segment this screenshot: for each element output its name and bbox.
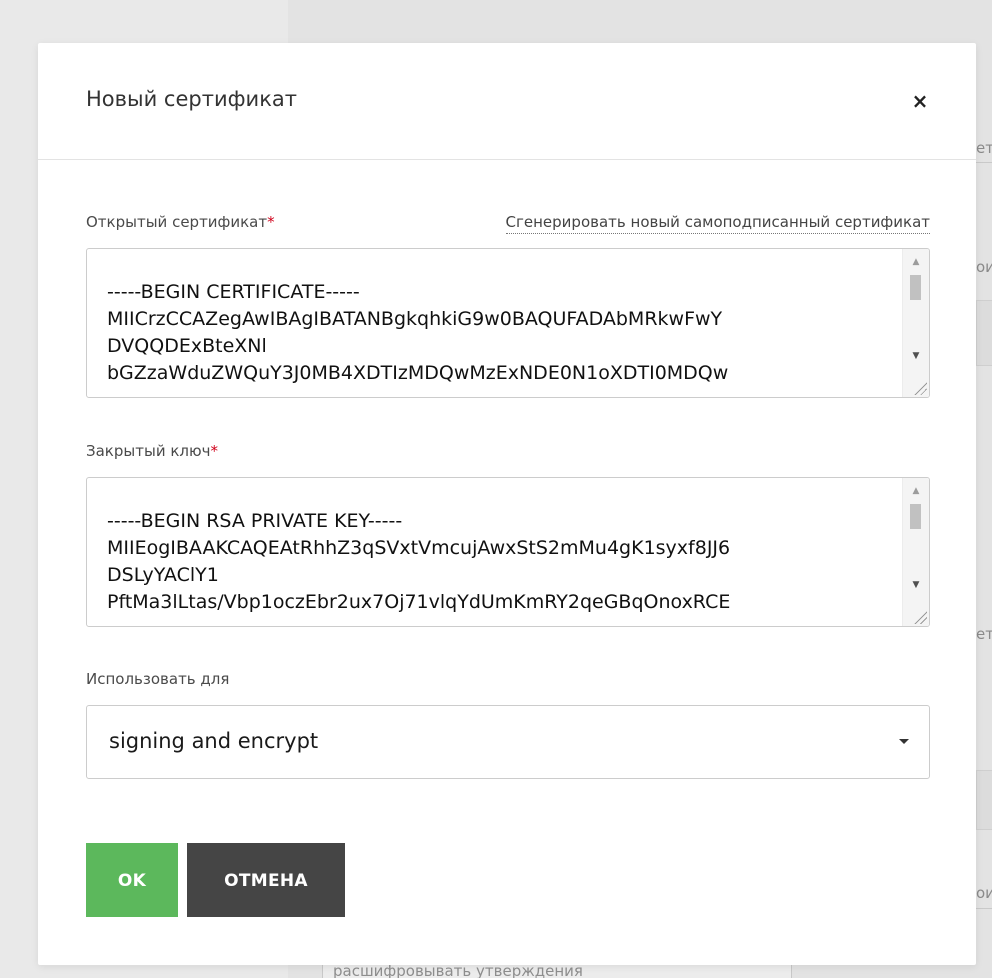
background-field [976,770,992,830]
public-cert-textarea[interactable]: -----BEGIN CERTIFICATE----- MIICrzCCAZeg… [86,248,930,398]
cancel-button[interactable]: ОТМЕНА [187,843,345,917]
scroll-down-icon[interactable]: ▼ [903,347,929,365]
use-for-label: Использовать для [86,670,230,688]
use-for-select[interactable]: signing and encrypt [86,705,930,779]
dialog-title: Новый сертификат [86,87,297,111]
scroll-down-icon[interactable]: ▼ [903,576,929,594]
scroll-thumb[interactable] [910,504,921,529]
private-key-label-text: Закрытый ключ [86,442,211,460]
generate-self-signed-link[interactable]: Сгенерировать новый самоподписанный серт… [505,213,930,234]
resize-grip-icon[interactable] [913,610,927,624]
background-field [976,300,992,366]
scroll-up-icon[interactable]: ▲ [903,253,929,271]
public-cert-text[interactable]: -----BEGIN CERTIFICATE----- MIICrzCCAZeg… [107,279,893,387]
private-key-textarea[interactable]: -----BEGIN RSA PRIVATE KEY----- MIIEogIB… [86,477,930,627]
background-divider [976,162,992,163]
close-icon[interactable]: × [910,91,930,111]
ok-button[interactable]: OK [86,843,178,917]
background-text-fragment: ои [976,884,992,902]
scroll-thumb[interactable] [910,275,921,300]
chevron-down-icon[interactable] [899,739,909,744]
scroll-up-icon[interactable]: ▲ [903,482,929,500]
dialog-header: Новый сертификат × [38,43,976,160]
background-divider [976,908,992,909]
required-mark: * [210,442,218,460]
new-certificate-dialog: Новый сертификат × Открытый сертификат* … [38,43,976,965]
public-cert-scrollbar[interactable]: ▲ ▼ [902,249,929,397]
public-cert-label-text: Открытый сертификат [86,213,268,231]
private-key-scrollbar[interactable]: ▲ ▼ [902,478,929,626]
use-for-selected-value[interactable]: signing and encrypt [109,729,318,753]
private-key-label: Закрытый ключ* [86,442,218,460]
private-key-text[interactable]: -----BEGIN RSA PRIVATE KEY----- MIIEogIB… [107,508,893,616]
public-cert-label: Открытый сертификат* [86,213,275,231]
background-text-fragment: ои [976,258,992,276]
background-text-fragment: ет [976,625,992,643]
required-mark: * [267,213,275,231]
background-text-fragment: ет [976,139,992,157]
resize-grip-icon[interactable] [913,381,927,395]
